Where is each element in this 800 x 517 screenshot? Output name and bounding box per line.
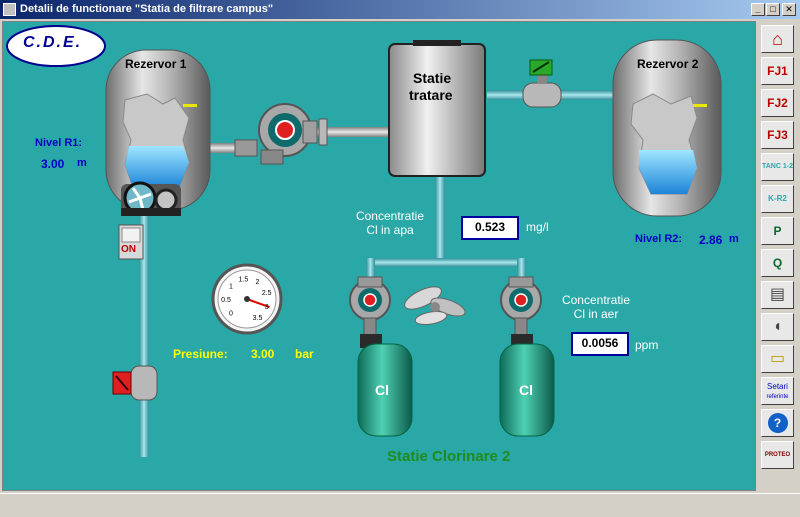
pressure-label: Presiune: [173, 347, 228, 361]
gauge-tick-label: 3.5 [253, 315, 263, 322]
home-button[interactable]: ⌂ [761, 25, 794, 53]
monitor-icon: Q [772, 256, 783, 270]
monitor-p-button[interactable]: P [761, 217, 794, 245]
cl-air-label: Concentratie Cl in aer [561, 293, 631, 321]
monitor-icon: P [773, 224, 782, 238]
app-icon [3, 3, 16, 16]
gauge-tick-label: 0.5 [221, 297, 231, 304]
reservoir1-level-value: 3.00 [41, 157, 65, 171]
monitor-q-button[interactable]: Q [761, 249, 794, 277]
report-button[interactable]: ▤ [761, 281, 794, 309]
cl-air-value: 0.0056 [571, 332, 629, 356]
fj1-button[interactable]: FJ1 [761, 57, 794, 85]
fj2-button[interactable]: FJ2 [761, 89, 794, 117]
cl-air-unit: ppm [635, 338, 659, 352]
reservoir2-level-label: Nivel R2: [635, 233, 683, 245]
pressure-unit: bar [295, 347, 314, 361]
fj3-button[interactable]: FJ3 [761, 121, 794, 149]
company-logo-icon: PROTEO [764, 452, 791, 458]
speaker-icon: ◖ [772, 318, 783, 335]
help-button[interactable]: ? [761, 409, 794, 437]
station-title: Statie Clorinare 2 [387, 448, 511, 465]
folder-icon: ▭ [769, 350, 786, 367]
settings-button[interactable]: Setari referinte [761, 377, 794, 405]
process-canvas: 0 0.5 1 1.5 2 2.5 3 3.5 C.D.E. Rezervor 1 Nivel… [2, 21, 756, 491]
process-diagram: 0 0.5 1 1.5 22.5 33.5 [3, 22, 755, 490]
status-bar [0, 493, 800, 517]
treatment-name-line1: Statie [413, 70, 452, 86]
app-window: Detalii de functionare "Statia de filtra… [0, 0, 800, 517]
gauge-tick-label: 2.5 [262, 290, 272, 297]
pipe-station-down [435, 172, 445, 264]
reservoir2-name: Rezervor 2 [637, 57, 699, 71]
title-bar: Detalii de functionare "Statia de filtra… [0, 0, 800, 19]
treatment-station[interactable] [388, 40, 486, 177]
pressure-gauge: 0 0.5 1 1.5 22.5 33.5 [211, 263, 283, 335]
gauge-tick-label: 2 [256, 279, 260, 286]
tanks-button[interactable]: TANC 1-2 [761, 153, 794, 181]
pump-switch-label: ON [121, 244, 136, 255]
cylinder-left-label: Cl [375, 382, 389, 398]
reservoir1-level-label: Nivel R1: [35, 137, 83, 149]
window-title: Detalii de functionare "Statia de filtra… [20, 3, 274, 15]
pressure-value: 3.00 [251, 347, 275, 361]
reservoir1-name: Rezervor 1 [125, 57, 187, 71]
cl-water-label: Concentratie Cl in apa [355, 209, 425, 237]
gauge-tick-label: 1.5 [239, 276, 249, 283]
reservoir2-level-value: 2.86 [699, 233, 723, 247]
cl-water-unit: mg/l [526, 220, 549, 234]
reservoir1-level-unit: m [77, 157, 87, 169]
right-toolbar: ⌂ FJ1 FJ2 FJ3 TANC 1-2 K-R2 P Q ▤ ◖ ▭ Se… [757, 21, 798, 491]
folder-button[interactable]: ▭ [761, 345, 794, 373]
maximize-button[interactable]: □ [766, 3, 780, 16]
minimize-button[interactable]: _ [751, 3, 765, 16]
pipe-manifold [366, 258, 526, 267]
report-icon: ▤ [769, 286, 786, 303]
cl-water-value: 0.523 [461, 216, 519, 240]
treatment-name-line2: tratare [409, 87, 453, 103]
help-icon: ? [767, 413, 788, 433]
k-r-button[interactable]: K-R2 [761, 185, 794, 213]
speaker-button[interactable]: ◖ [761, 313, 794, 341]
gauge-tick-label: 0 [229, 311, 233, 318]
company-button[interactable]: PROTEO [761, 441, 794, 469]
pump-motor[interactable] [121, 181, 181, 216]
reservoir2-level-unit: m [729, 233, 739, 245]
gauge-tick-label: 1 [229, 284, 233, 291]
cylinder-right-label: Cl [519, 382, 533, 398]
logo-text: C.D.E. [23, 34, 83, 51]
home-icon: ⌂ [772, 29, 783, 49]
close-button[interactable]: ✕ [782, 3, 796, 16]
gauge-tick-label: 3 [265, 304, 269, 311]
